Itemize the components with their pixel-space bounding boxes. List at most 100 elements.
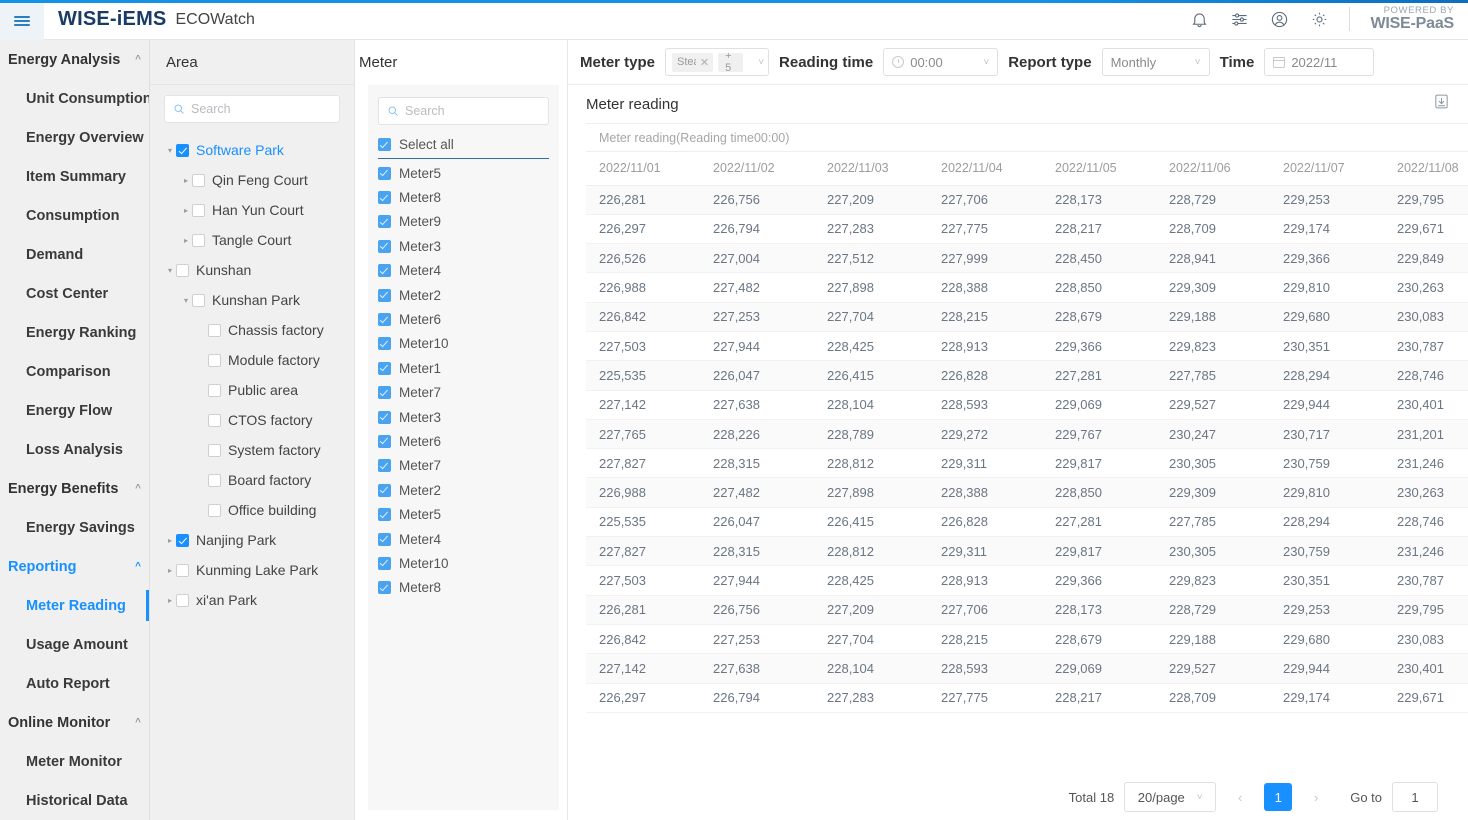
- area-tree-item[interactable]: ▸CTOS factory: [164, 405, 340, 435]
- caret-right-icon[interactable]: ▸: [180, 236, 192, 245]
- area-tree-item[interactable]: ▸Nanjing Park: [164, 525, 340, 555]
- meter-list-item[interactable]: Meter5: [378, 502, 549, 526]
- checkbox-checked-icon[interactable]: [378, 459, 391, 472]
- area-tree-item[interactable]: ▸Public area: [164, 375, 340, 405]
- sidebar-item-historical-data[interactable]: Historical Data: [0, 781, 149, 820]
- sidebar-item-usage-amount[interactable]: Usage Amount: [0, 625, 149, 664]
- next-page-button[interactable]: ›: [1302, 783, 1330, 811]
- checkbox-checked-icon[interactable]: [378, 362, 391, 375]
- area-search-input[interactable]: Search: [164, 95, 340, 123]
- checkbox-checked-icon[interactable]: [378, 167, 391, 180]
- meter-list-item[interactable]: Meter8: [378, 576, 549, 600]
- sidebar-item-energy-overview[interactable]: Energy Overview: [0, 118, 149, 157]
- meter-search-input[interactable]: Search: [378, 97, 549, 125]
- meter-type-overflow-tag[interactable]: + 5: [718, 53, 743, 72]
- checkbox-checked-icon[interactable]: [176, 534, 189, 547]
- caret-down-icon[interactable]: ▾: [180, 296, 192, 305]
- meter-list-item[interactable]: Meter4: [378, 259, 549, 283]
- hamburger-menu-icon[interactable]: [0, 3, 44, 40]
- area-tree-item[interactable]: ▸System factory: [164, 435, 340, 465]
- sidebar-item-auto-report[interactable]: Auto Report: [0, 664, 149, 703]
- checkbox-checked-icon[interactable]: [378, 508, 391, 521]
- sidebar-item-consumption[interactable]: Consumption: [0, 196, 149, 235]
- checkbox-checked-icon[interactable]: [378, 337, 391, 350]
- area-tree-item[interactable]: ▸Chassis factory: [164, 315, 340, 345]
- sidebar-item-meter-reading[interactable]: Meter Reading: [0, 586, 149, 625]
- meter-list-item[interactable]: Meter9: [378, 210, 549, 234]
- bell-icon[interactable]: [1189, 9, 1209, 29]
- meter-list-item[interactable]: Meter10: [378, 332, 549, 356]
- meter-list-item[interactable]: Meter6: [378, 307, 549, 331]
- sidebar-item-energy-savings[interactable]: Energy Savings: [0, 508, 149, 547]
- goto-page-input[interactable]: 1: [1392, 782, 1438, 812]
- meter-select-all-checkbox[interactable]: Select all: [378, 133, 549, 159]
- checkbox-checked-icon[interactable]: [378, 484, 391, 497]
- checkbox-checked-icon[interactable]: [378, 289, 391, 302]
- checkbox-checked-icon[interactable]: [378, 435, 391, 448]
- meter-list-item[interactable]: Meter2: [378, 283, 549, 307]
- checkbox-checked-icon[interactable]: [176, 144, 189, 157]
- page-number-1[interactable]: 1: [1264, 783, 1292, 811]
- sidebar-item-comparison[interactable]: Comparison: [0, 352, 149, 391]
- meter-list-item[interactable]: Meter4: [378, 527, 549, 551]
- caret-right-icon[interactable]: ▸: [164, 596, 176, 605]
- caret-right-icon[interactable]: ▸: [180, 206, 192, 215]
- area-tree-item[interactable]: ▸xi'an Park: [164, 585, 340, 615]
- checkbox-checked-icon[interactable]: [378, 581, 391, 594]
- close-icon[interactable]: ✕: [700, 56, 709, 69]
- prev-page-button[interactable]: ‹: [1226, 783, 1254, 811]
- checkbox-checked-icon[interactable]: [378, 557, 391, 570]
- sidebar-group-energy-benefits[interactable]: Energy Benefits ^: [0, 469, 149, 508]
- caret-down-icon[interactable]: ▾: [164, 146, 176, 155]
- meter-list-item[interactable]: Meter6: [378, 429, 549, 453]
- sidebar-item-energy-ranking[interactable]: Energy Ranking: [0, 313, 149, 352]
- gear-icon[interactable]: [1309, 9, 1329, 29]
- meter-list-item[interactable]: Meter7: [378, 454, 549, 478]
- sidebar-group-reporting[interactable]: Reporting ^: [0, 547, 149, 586]
- checkbox-unchecked-icon[interactable]: [208, 384, 221, 397]
- area-tree-item[interactable]: ▸Han Yun Court: [164, 195, 340, 225]
- meter-type-tag[interactable]: Steam ✕: [672, 53, 713, 72]
- checkbox-unchecked-icon[interactable]: [176, 594, 189, 607]
- checkbox-checked-icon[interactable]: [378, 191, 391, 204]
- area-tree-item[interactable]: ▸Office building: [164, 495, 340, 525]
- meter-list-item[interactable]: Meter1: [378, 356, 549, 380]
- checkbox-checked-icon[interactable]: [378, 386, 391, 399]
- caret-right-icon[interactable]: ▸: [164, 566, 176, 575]
- table-scroll-area[interactable]: Meter reading(Reading time00:00) 2022/11…: [568, 123, 1468, 774]
- meter-list-item[interactable]: Meter10: [378, 551, 549, 575]
- sidebar-item-demand[interactable]: Demand: [0, 235, 149, 274]
- checkbox-unchecked-icon[interactable]: [192, 174, 205, 187]
- meter-list-item[interactable]: Meter2: [378, 478, 549, 502]
- sidebar-item-meter-monitor[interactable]: Meter Monitor: [0, 742, 149, 781]
- sidebar-item-cost-center[interactable]: Cost Center: [0, 274, 149, 313]
- checkbox-checked-icon[interactable]: [378, 240, 391, 253]
- area-tree-item[interactable]: ▸Board factory: [164, 465, 340, 495]
- sidebar-group-online-monitor[interactable]: Online Monitor ^: [0, 703, 149, 742]
- meter-list-item[interactable]: Meter5: [378, 161, 549, 185]
- area-tree-item[interactable]: ▸Tangle Court: [164, 225, 340, 255]
- caret-right-icon[interactable]: ▸: [164, 536, 176, 545]
- area-tree-item[interactable]: ▸Module factory: [164, 345, 340, 375]
- meter-type-select[interactable]: Steam ✕ + 5 ˅: [665, 48, 769, 76]
- area-tree-item[interactable]: ▸Kunming Lake Park: [164, 555, 340, 585]
- checkbox-unchecked-icon[interactable]: [208, 414, 221, 427]
- sliders-icon[interactable]: [1229, 9, 1249, 29]
- sidebar-item-item-summary[interactable]: Item Summary: [0, 157, 149, 196]
- sidebar-item-unit-consumption[interactable]: Unit Consumption: [0, 79, 149, 118]
- meter-list-item[interactable]: Meter3: [378, 405, 549, 429]
- checkbox-unchecked-icon[interactable]: [192, 234, 205, 247]
- checkbox-unchecked-icon[interactable]: [208, 444, 221, 457]
- area-tree-item[interactable]: ▾Kunshan: [164, 255, 340, 285]
- meter-list-item[interactable]: Meter7: [378, 381, 549, 405]
- checkbox-checked-icon[interactable]: [378, 264, 391, 277]
- reading-time-select[interactable]: 00:00 ˅: [883, 48, 998, 76]
- area-tree-item[interactable]: ▸Qin Feng Court: [164, 165, 340, 195]
- checkbox-unchecked-icon[interactable]: [192, 294, 205, 307]
- checkbox-unchecked-icon[interactable]: [208, 504, 221, 517]
- caret-right-icon[interactable]: ▸: [180, 176, 192, 185]
- checkbox-unchecked-icon[interactable]: [192, 204, 205, 217]
- checkbox-checked-icon[interactable]: [378, 215, 391, 228]
- report-type-select[interactable]: Monthly ˅: [1102, 48, 1210, 76]
- time-date-picker[interactable]: 2022/11: [1264, 48, 1374, 76]
